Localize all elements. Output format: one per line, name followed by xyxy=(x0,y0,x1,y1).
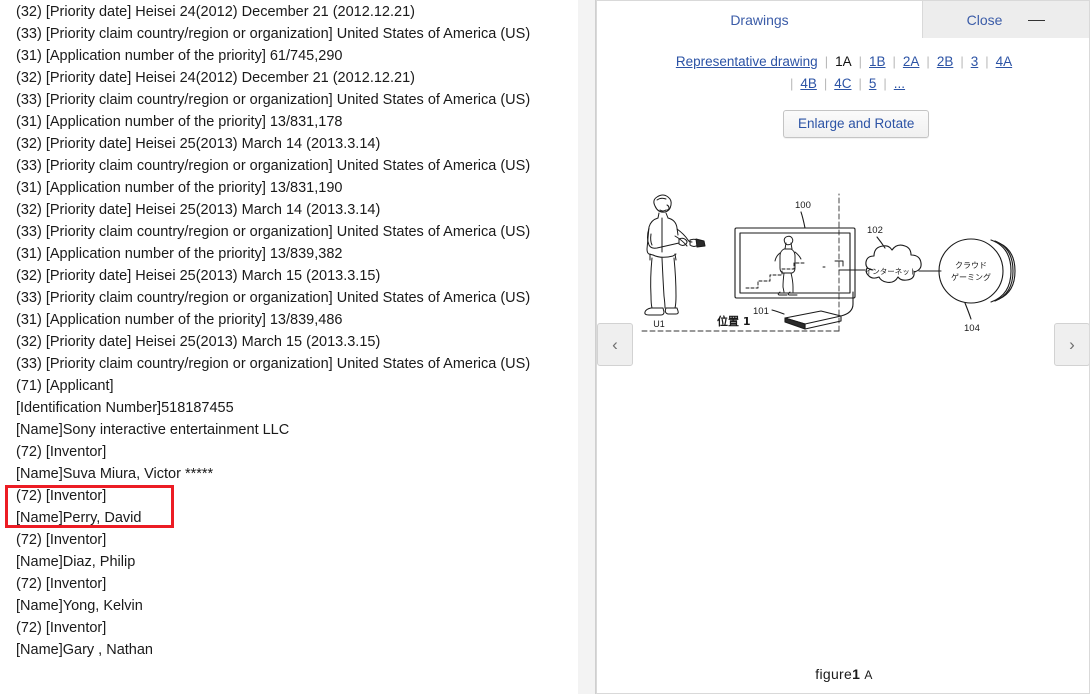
document-line: (71) [Applicant] xyxy=(16,378,114,394)
document-line: (33) [Priority claim country/region or o… xyxy=(16,92,531,108)
tab-separator: | xyxy=(892,54,896,69)
drawings-panel-title-tab[interactable]: Drawings xyxy=(596,0,923,39)
television-100 xyxy=(734,211,856,299)
document-line: (32) [Priority date] Heisei 25(2013) Mar… xyxy=(16,202,381,218)
document-line: (72) [Inventor] xyxy=(16,444,107,460)
enlarge-and-rotate-button[interactable]: Enlarge and Rotate xyxy=(783,110,930,138)
panel-divider-gutter xyxy=(578,0,596,694)
tab-separator: | xyxy=(985,54,989,69)
document-line: [Name]Suva Miura, Victor ***** xyxy=(16,466,214,482)
tab-separator: | xyxy=(883,76,887,91)
figure-tab-strip: Representative drawing | 1A | 1B | 2A | 2B | 3 | 4A … xyxy=(597,51,1089,95)
user-figure xyxy=(644,194,706,316)
tab-separator: | xyxy=(960,54,964,69)
tab-separator: | xyxy=(823,76,828,91)
document-line: [Name]Perry, David xyxy=(16,510,142,526)
figure-tab-[interactable]: ... xyxy=(894,76,905,91)
document-line: (31) [Application number of the priority… xyxy=(16,114,343,130)
patent-document-panel: (32) [Priority date] Heisei 24(2012) Dec… xyxy=(0,0,578,694)
document-line: (33) [Priority claim country/region or o… xyxy=(16,290,531,306)
document-line: (72) [Inventor] xyxy=(16,620,107,636)
document-line: (32) [Priority date] Heisei 25(2013) Mar… xyxy=(16,334,381,350)
document-line: (31) [Application number of the priority… xyxy=(16,48,343,64)
chevron-right-icon: › xyxy=(1069,334,1075,354)
figure-caption-prefix: figure xyxy=(815,666,853,682)
document-line: (31) [Application number of the priority… xyxy=(16,246,343,262)
document-line: [Name]Yong, Kelvin xyxy=(16,598,143,614)
next-drawing-arrow[interactable]: › xyxy=(1054,323,1089,366)
document-line: (33) [Priority claim country/region or o… xyxy=(16,26,531,42)
document-line: (32) [Priority date] Heisei 24(2012) Dec… xyxy=(16,4,415,20)
position-label: 位置 1 xyxy=(717,314,750,328)
figure-tab-4c[interactable]: 4C xyxy=(834,76,851,91)
figure-tab-representative-drawing[interactable]: Representative drawing xyxy=(676,54,818,69)
document-line: [Name]Gary , Nathan xyxy=(16,642,153,658)
figure-tab-2b[interactable]: 2B xyxy=(937,54,954,69)
minimize-icon[interactable] xyxy=(1028,15,1046,25)
tv-reference-label: 100 xyxy=(795,200,811,211)
tab-separator: | xyxy=(789,76,794,91)
drawings-panel-header: Drawings Close xyxy=(596,0,1090,39)
figure-1a-svg: U1 100 101 位置 1 インターネット 102 クラウド ゲーミング 1… xyxy=(641,193,1016,334)
drawings-panel-body: Representative drawing | 1A | 1B | 2A | 2B | 3 | 4A … xyxy=(596,38,1090,694)
internet-label: インターネット xyxy=(865,267,918,276)
drawings-panel-title: Drawings xyxy=(730,12,789,28)
figure-tab-4b[interactable]: 4B xyxy=(800,76,817,91)
figure-caption: figure1 A xyxy=(597,666,1089,682)
document-line: (72) [Inventor] xyxy=(16,488,107,504)
document-line: [Name]Sony interactive entertainment LLC xyxy=(16,422,290,438)
console-reference-label: 101 xyxy=(753,306,769,317)
document-line: (32) [Priority date] Heisei 25(2013) Mar… xyxy=(16,268,381,284)
tab-separator: | xyxy=(858,76,862,91)
chevron-left-icon: ‹ xyxy=(612,334,618,354)
figure-tab-4a[interactable]: 4A xyxy=(996,54,1013,69)
document-line: (32) [Priority date] Heisei 25(2013) Mar… xyxy=(16,136,381,152)
document-line: (72) [Inventor] xyxy=(16,532,107,548)
tab-separator: | xyxy=(926,54,930,69)
cloud-gaming-label-line2: ゲーミング xyxy=(951,272,991,282)
figure-tab-row-1: Representative drawing | 1A | 1B | 2A | 2B | 3 | 4A xyxy=(676,54,1012,69)
close-button[interactable]: Close xyxy=(967,12,1003,28)
figure-caption-number: 1 xyxy=(852,666,861,682)
drawings-panel: Drawings Close Representative drawing | 1A… xyxy=(596,0,1090,694)
figure-tab-1b[interactable]: 1B xyxy=(869,54,886,69)
screen-content xyxy=(745,235,844,296)
document-line: (31) [Application number of the priority… xyxy=(16,180,343,196)
user-label: U1 xyxy=(653,319,665,329)
figure-tab-1a: 1A xyxy=(835,54,852,69)
figure-caption-suffix: A xyxy=(864,668,873,682)
tab-separator: | xyxy=(858,54,862,69)
figure-tab-2a[interactable]: 2A xyxy=(903,54,920,69)
document-line: (72) [Inventor] xyxy=(16,576,107,592)
document-line: [Identification Number]518187455 xyxy=(16,400,234,416)
internet-reference-label: 102 xyxy=(867,225,883,236)
tab-separator: | xyxy=(824,54,829,69)
figure-tab-row-2: | 4B | 4C | 5 |... xyxy=(597,73,1089,95)
document-line: (32) [Priority date] Heisei 24(2012) Dec… xyxy=(16,70,415,86)
app-root: (32) [Priority date] Heisei 24(2012) Dec… xyxy=(0,0,1090,694)
cloud-gaming-label-line1: クラウド xyxy=(955,261,987,270)
drawings-panel-window-controls: Close xyxy=(923,0,1090,39)
document-line: (33) [Priority claim country/region or o… xyxy=(16,158,531,174)
cloud-gaming-reference-label: 104 xyxy=(964,323,980,334)
patent-drawing-image: U1 100 101 位置 1 インターネット 102 クラウド ゲーミング 1… xyxy=(627,188,1059,388)
document-line: (31) [Application number of the priority… xyxy=(16,312,343,328)
document-line: [Name]Diaz, Philip xyxy=(16,554,136,570)
document-line: (33) [Priority claim country/region or o… xyxy=(16,356,531,372)
document-line: (33) [Priority claim country/region or o… xyxy=(16,224,531,240)
